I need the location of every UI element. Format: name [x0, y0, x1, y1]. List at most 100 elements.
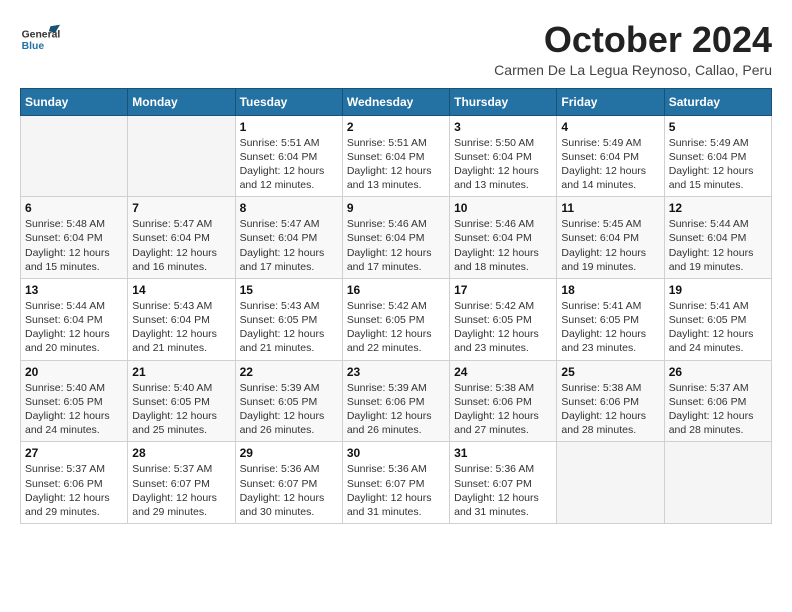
- day-number: 3: [454, 120, 552, 134]
- day-info: Sunrise: 5:37 AM Sunset: 6:06 PM Dayligh…: [25, 462, 123, 519]
- day-number: 20: [25, 365, 123, 379]
- calendar-day-cell: 29Sunrise: 5:36 AM Sunset: 6:07 PM Dayli…: [235, 442, 342, 524]
- calendar-day-cell: 15 Sunrise: 5:43 AM Sunset: 6:05 PM Dayli…: [235, 278, 342, 360]
- calendar-day-cell: 1 Sunrise: 5:51 AM Sunset: 6:04 PM Daylig…: [235, 115, 342, 197]
- calendar-day-cell: 7Sunrise: 5:47 AM Sunset: 6:04 PM Daylig…: [128, 197, 235, 279]
- day-number: 12: [669, 201, 767, 215]
- title-block: October 2024 Carmen De La Legua Reynoso,…: [494, 20, 772, 78]
- day-info: Sunrise: 5:43 AM Sunset: 6:04 PM Dayligh…: [132, 299, 230, 356]
- calendar-day-cell: 21 Sunrise: 5:40 AM Sunset: 6:05 PM Dayli…: [128, 360, 235, 442]
- day-info: Sunrise: 5:38 AM Sunset: 6:06 PM Dayligh…: [454, 381, 552, 438]
- day-number: 1: [240, 120, 338, 134]
- day-number: 8: [240, 201, 338, 215]
- day-number: 22: [240, 365, 338, 379]
- day-info: Sunrise: 5:43 AM Sunset: 6:05 PM Dayligh…: [240, 299, 338, 356]
- svg-text:Blue: Blue: [22, 41, 45, 52]
- day-info: Sunrise: 5:49 AM Sunset: 6:04 PM Dayligh…: [561, 136, 659, 193]
- weekday-header-tuesday: Tuesday: [235, 88, 342, 115]
- calendar-day-cell: 24 Sunrise: 5:38 AM Sunset: 6:06 PM Dayli…: [450, 360, 557, 442]
- day-info: Sunrise: 5:44 AM Sunset: 6:04 PM Dayligh…: [25, 299, 123, 356]
- day-info: Sunrise: 5:51 AM Sunset: 6:04 PM Dayligh…: [240, 136, 338, 193]
- day-info: Sunrise: 5:41 AM Sunset: 6:05 PM Dayligh…: [561, 299, 659, 356]
- day-number: 5: [669, 120, 767, 134]
- calendar-day-cell: 3 Sunrise: 5:50 AM Sunset: 6:04 PM Daylig…: [450, 115, 557, 197]
- calendar-day-cell: 14 Sunrise: 5:43 AM Sunset: 6:04 PM Dayli…: [128, 278, 235, 360]
- calendar-day-cell: 12 Sunrise: 5:44 AM Sunset: 6:04 PM Dayli…: [664, 197, 771, 279]
- calendar-day-cell: 11 Sunrise: 5:45 AM Sunset: 6:04 PM Dayli…: [557, 197, 664, 279]
- calendar-day-cell: 18 Sunrise: 5:41 AM Sunset: 6:05 PM Dayli…: [557, 278, 664, 360]
- day-number: 17: [454, 283, 552, 297]
- day-number: 19: [669, 283, 767, 297]
- day-info: Sunrise: 5:38 AM Sunset: 6:06 PM Dayligh…: [561, 381, 659, 438]
- day-info: Sunrise: 5:46 AM Sunset: 6:04 PM Dayligh…: [454, 217, 552, 274]
- day-info: Sunrise: 5:39 AM Sunset: 6:06 PM Dayligh…: [347, 381, 445, 438]
- day-info: Sunrise: 5:41 AM Sunset: 6:05 PM Dayligh…: [669, 299, 767, 356]
- day-number: 18: [561, 283, 659, 297]
- day-number: 9: [347, 201, 445, 215]
- day-number: 16: [347, 283, 445, 297]
- calendar-day-cell: [557, 442, 664, 524]
- day-number: 28: [132, 446, 230, 460]
- day-info: Sunrise: 5:36 AM Sunset: 6:07 PM Dayligh…: [454, 462, 552, 519]
- calendar-week-row: 20 Sunrise: 5:40 AM Sunset: 6:05 PM Dayli…: [21, 360, 772, 442]
- day-number: 2: [347, 120, 445, 134]
- day-info: Sunrise: 5:37 AM Sunset: 6:07 PM Dayligh…: [132, 462, 230, 519]
- calendar-day-cell: 31Sunrise: 5:36 AM Sunset: 6:07 PM Dayli…: [450, 442, 557, 524]
- calendar-week-row: 13 Sunrise: 5:44 AM Sunset: 6:04 PM Dayli…: [21, 278, 772, 360]
- day-number: 25: [561, 365, 659, 379]
- day-number: 26: [669, 365, 767, 379]
- day-info: Sunrise: 5:49 AM Sunset: 6:04 PM Dayligh…: [669, 136, 767, 193]
- day-info: Sunrise: 5:36 AM Sunset: 6:07 PM Dayligh…: [347, 462, 445, 519]
- day-number: 21: [132, 365, 230, 379]
- logo: General Blue: [20, 20, 64, 60]
- calendar-day-cell: 10 Sunrise: 5:46 AM Sunset: 6:04 PM Dayli…: [450, 197, 557, 279]
- day-number: 14: [132, 283, 230, 297]
- calendar-day-cell: 4 Sunrise: 5:49 AM Sunset: 6:04 PM Daylig…: [557, 115, 664, 197]
- day-info: Sunrise: 5:51 AM Sunset: 6:04 PM Dayligh…: [347, 136, 445, 193]
- day-number: 10: [454, 201, 552, 215]
- calendar-day-cell: 5 Sunrise: 5:49 AM Sunset: 6:04 PM Daylig…: [664, 115, 771, 197]
- calendar-week-row: 1 Sunrise: 5:51 AM Sunset: 6:04 PM Daylig…: [21, 115, 772, 197]
- day-info: Sunrise: 5:40 AM Sunset: 6:05 PM Dayligh…: [132, 381, 230, 438]
- calendar-day-cell: 19 Sunrise: 5:41 AM Sunset: 6:05 PM Dayli…: [664, 278, 771, 360]
- day-info: Sunrise: 5:47 AM Sunset: 6:04 PM Dayligh…: [132, 217, 230, 274]
- day-info: Sunrise: 5:37 AM Sunset: 6:06 PM Dayligh…: [669, 381, 767, 438]
- calendar-day-cell: 6 Sunrise: 5:48 AM Sunset: 6:04 PM Daylig…: [21, 197, 128, 279]
- day-number: 15: [240, 283, 338, 297]
- calendar-header-row: SundayMondayTuesdayWednesdayThursdayFrid…: [21, 88, 772, 115]
- day-info: Sunrise: 5:44 AM Sunset: 6:04 PM Dayligh…: [669, 217, 767, 274]
- weekday-header-sunday: Sunday: [21, 88, 128, 115]
- day-info: Sunrise: 5:42 AM Sunset: 6:05 PM Dayligh…: [454, 299, 552, 356]
- calendar-table: SundayMondayTuesdayWednesdayThursdayFrid…: [20, 88, 772, 524]
- day-number: 11: [561, 201, 659, 215]
- day-info: Sunrise: 5:36 AM Sunset: 6:07 PM Dayligh…: [240, 462, 338, 519]
- weekday-header-saturday: Saturday: [664, 88, 771, 115]
- day-info: Sunrise: 5:45 AM Sunset: 6:04 PM Dayligh…: [561, 217, 659, 274]
- day-info: Sunrise: 5:40 AM Sunset: 6:05 PM Dayligh…: [25, 381, 123, 438]
- day-info: Sunrise: 5:50 AM Sunset: 6:04 PM Dayligh…: [454, 136, 552, 193]
- calendar-day-cell: 13 Sunrise: 5:44 AM Sunset: 6:04 PM Dayli…: [21, 278, 128, 360]
- logo-icon: General Blue: [20, 20, 60, 60]
- day-info: Sunrise: 5:47 AM Sunset: 6:04 PM Dayligh…: [240, 217, 338, 274]
- day-number: 13: [25, 283, 123, 297]
- calendar-day-cell: 22 Sunrise: 5:39 AM Sunset: 6:05 PM Dayli…: [235, 360, 342, 442]
- day-info: Sunrise: 5:46 AM Sunset: 6:04 PM Dayligh…: [347, 217, 445, 274]
- day-number: 30: [347, 446, 445, 460]
- calendar-day-cell: 27 Sunrise: 5:37 AM Sunset: 6:06 PM Dayli…: [21, 442, 128, 524]
- day-number: 27: [25, 446, 123, 460]
- weekday-header-thursday: Thursday: [450, 88, 557, 115]
- calendar-day-cell: [128, 115, 235, 197]
- day-info: Sunrise: 5:48 AM Sunset: 6:04 PM Dayligh…: [25, 217, 123, 274]
- calendar-day-cell: 20 Sunrise: 5:40 AM Sunset: 6:05 PM Dayli…: [21, 360, 128, 442]
- calendar-week-row: 27 Sunrise: 5:37 AM Sunset: 6:06 PM Dayli…: [21, 442, 772, 524]
- day-info: Sunrise: 5:39 AM Sunset: 6:05 PM Dayligh…: [240, 381, 338, 438]
- day-number: 24: [454, 365, 552, 379]
- day-number: 4: [561, 120, 659, 134]
- day-number: 6: [25, 201, 123, 215]
- calendar-day-cell: 16Sunrise: 5:42 AM Sunset: 6:05 PM Dayli…: [342, 278, 449, 360]
- calendar-day-cell: 23Sunrise: 5:39 AM Sunset: 6:06 PM Dayli…: [342, 360, 449, 442]
- calendar-week-row: 6 Sunrise: 5:48 AM Sunset: 6:04 PM Daylig…: [21, 197, 772, 279]
- calendar-day-cell: 8 Sunrise: 5:47 AM Sunset: 6:04 PM Daylig…: [235, 197, 342, 279]
- page-header: General Blue October 2024 Carmen De La L…: [20, 20, 772, 78]
- location-subtitle: Carmen De La Legua Reynoso, Callao, Peru: [494, 62, 772, 78]
